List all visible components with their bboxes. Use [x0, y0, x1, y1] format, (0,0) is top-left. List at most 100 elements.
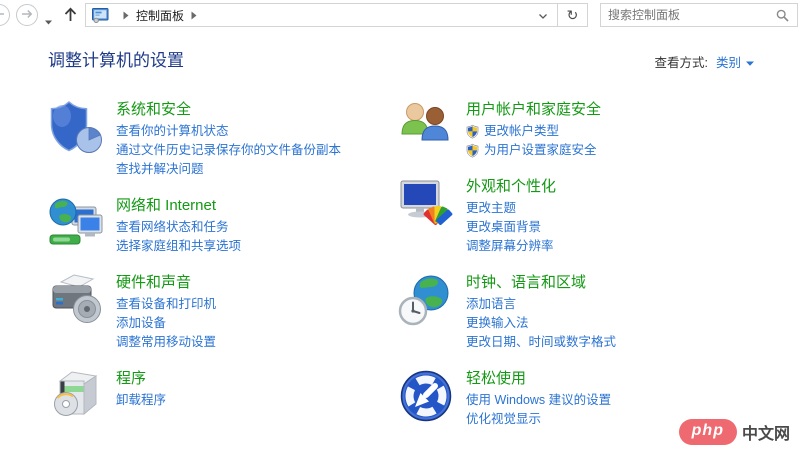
- refresh-icon: ↻: [566, 6, 579, 23]
- task-row-adjust-screen-resolution: 调整屏幕分辨率: [466, 237, 556, 256]
- navigation-toolbar: 控制面板 ↻: [0, 0, 802, 30]
- category-network-and-internet: 网络和 Internet 查看网络状态和任务 选择家庭组和共享选项: [48, 195, 398, 256]
- shield-security-icon[interactable]: [48, 99, 106, 157]
- task-link-optimize-visual-display[interactable]: 优化视觉显示: [466, 410, 541, 429]
- category-text-network-and-internet: 网络和 Internet 查看网络状态和任务 选择家庭组和共享选项: [116, 195, 241, 256]
- watermark: php 中文网: [678, 419, 790, 445]
- clock-region-icon[interactable]: [398, 272, 456, 330]
- task-row-file-history-backup: 通过文件历史记录保存你的文件备份副本: [116, 141, 341, 160]
- category-title-programs[interactable]: 程序: [116, 369, 146, 389]
- category-column-left: 系统和安全 查看你的计算机状态 通过文件历史记录保存你的文件备份副本 查找并解决问题网…: [48, 99, 398, 445]
- task-link-file-history-backup[interactable]: 通过文件历史记录保存你的文件备份副本: [116, 141, 341, 160]
- uac-shield-icon: [466, 124, 479, 139]
- search-icon[interactable]: [776, 9, 789, 22]
- category-title-system-and-security[interactable]: 系统和安全: [116, 100, 191, 120]
- task-link-change-account-type[interactable]: 更改帐户类型: [484, 122, 559, 141]
- task-row-adjust-mobility-settings: 调整常用移动设置: [116, 333, 216, 352]
- address-bar[interactable]: 控制面板: [85, 3, 558, 27]
- task-link-homegroup-sharing-options[interactable]: 选择家庭组和共享选项: [116, 237, 241, 256]
- category-title-appearance-personalization[interactable]: 外观和个性化: [466, 177, 556, 197]
- task-link-view-computer-status[interactable]: 查看你的计算机状态: [116, 122, 229, 141]
- task-row-find-fix-problems: 查找并解决问题: [116, 160, 341, 179]
- up-button[interactable]: [64, 7, 77, 27]
- task-row-view-network-status: 查看网络状态和任务: [116, 218, 241, 237]
- task-link-view-devices-printers[interactable]: 查看设备和打印机: [116, 295, 216, 314]
- task-link-change-input-method[interactable]: 更换输入法: [466, 314, 529, 333]
- php-logo-badge: php: [678, 419, 737, 445]
- task-row-uninstall-program: 卸载程序: [116, 391, 166, 410]
- task-row-change-desktop-background: 更改桌面背景: [466, 218, 556, 237]
- view-by-control: 查看方式: 类别: [654, 52, 754, 71]
- view-by-caret-icon[interactable]: [746, 55, 754, 69]
- appearance-icon[interactable]: [398, 176, 456, 234]
- category-user-accounts-family-safety: 用户帐户和家庭安全更改帐户类型 为用户设置家庭安全: [398, 99, 748, 160]
- category-text-programs: 程序 卸载程序: [116, 368, 166, 426]
- category-text-ease-of-access: 轻松使用使用 Windows 建议的设置 优化视觉显示: [466, 368, 611, 429]
- back-icon: [0, 6, 5, 24]
- task-link-set-family-safety[interactable]: 为用户设置家庭安全: [484, 141, 597, 160]
- category-text-system-and-security: 系统和安全查看你的计算机状态 通过文件历史记录保存你的文件备份副本 查找并解决问题: [116, 99, 341, 179]
- category-title-ease-of-access[interactable]: 轻松使用: [466, 369, 526, 389]
- task-row-windows-suggested-settings: 使用 Windows 建议的设置: [466, 391, 611, 410]
- refresh-button[interactable]: ↻: [557, 3, 588, 27]
- category-text-hardware-and-sound: 硬件和声音查看设备和打印机 添加设备 调整常用移动设置: [116, 272, 216, 352]
- dropdown-caret-icon: [45, 12, 52, 29]
- view-by-value-link[interactable]: 类别: [716, 52, 741, 71]
- task-link-add-language[interactable]: 添加语言: [466, 295, 516, 314]
- task-row-homegroup-sharing-options: 选择家庭组和共享选项: [116, 237, 241, 256]
- forward-icon: [21, 6, 33, 24]
- task-link-adjust-mobility-settings[interactable]: 调整常用移动设置: [116, 333, 216, 352]
- category-text-appearance-personalization: 外观和个性化 更改主题 更改桌面背景 调整屏幕分辨率: [466, 176, 556, 256]
- task-link-add-device[interactable]: 添加设备: [116, 314, 166, 333]
- category-title-clock-language-region[interactable]: 时钟、语言和区域: [466, 273, 586, 293]
- back-button[interactable]: [0, 4, 10, 26]
- task-link-adjust-screen-resolution[interactable]: 调整屏幕分辨率: [466, 237, 554, 256]
- hardware-sound-icon[interactable]: [48, 272, 106, 330]
- task-row-change-theme: 更改主题: [466, 199, 556, 218]
- task-link-change-date-time-number-formats[interactable]: 更改日期、时间或数字格式: [466, 333, 616, 352]
- category-text-user-accounts-family-safety: 用户帐户和家庭安全更改帐户类型 为用户设置家庭安全: [466, 99, 601, 160]
- category-text-clock-language-region: 时钟、语言和区域 添加语言 更换输入法 更改日期、时间或数字格式: [466, 272, 616, 352]
- category-system-and-security: 系统和安全查看你的计算机状态 通过文件历史记录保存你的文件备份副本 查找并解决问题: [48, 99, 398, 179]
- ease-access-icon[interactable]: [398, 368, 456, 426]
- search-box: [600, 3, 798, 27]
- task-row-optimize-visual-display: 优化视觉显示: [466, 410, 611, 429]
- task-link-change-desktop-background[interactable]: 更改桌面背景: [466, 218, 541, 237]
- category-programs: 程序 卸载程序: [48, 368, 398, 426]
- category-columns: 系统和安全 查看你的计算机状态 通过文件历史记录保存你的文件备份副本 查找并解决问题网…: [48, 99, 754, 445]
- category-appearance-personalization: 外观和个性化 更改主题 更改桌面背景 调整屏幕分辨率: [398, 176, 748, 256]
- category-hardware-and-sound: 硬件和声音查看设备和打印机 添加设备 调整常用移动设置: [48, 272, 398, 352]
- task-link-view-network-status[interactable]: 查看网络状态和任务: [116, 218, 229, 237]
- up-icon: [64, 7, 77, 26]
- breadcrumb-chevron-icon[interactable]: [191, 11, 197, 20]
- control-panel-content: 调整计算机的设置 查看方式: 类别 系统和安全查看你的计算机状态 通过文件历史记录…: [48, 46, 754, 445]
- task-link-uninstall-program[interactable]: 卸载程序: [116, 391, 166, 410]
- watermark-text: 中文网: [741, 426, 790, 443]
- category-title-hardware-and-sound[interactable]: 硬件和声音: [116, 273, 191, 293]
- task-row-view-computer-status: 查看你的计算机状态: [116, 122, 341, 141]
- breadcrumb-chevron-icon[interactable]: [123, 11, 129, 20]
- task-link-windows-suggested-settings[interactable]: 使用 Windows 建议的设置: [466, 391, 611, 410]
- control-panel-icon: [92, 7, 109, 23]
- view-by-label: 查看方式:: [654, 56, 708, 70]
- task-link-find-fix-problems[interactable]: 查找并解决问题: [116, 160, 204, 179]
- task-row-set-family-safety: 为用户设置家庭安全: [466, 141, 601, 160]
- category-clock-language-region: 时钟、语言和区域 添加语言 更换输入法 更改日期、时间或数字格式: [398, 272, 748, 352]
- search-input[interactable]: [601, 8, 776, 22]
- address-history-caret-button[interactable]: [535, 2, 551, 28]
- address-caret-icon: [539, 6, 547, 24]
- task-row-view-devices-printers: 查看设备和打印机: [116, 295, 216, 314]
- network-internet-icon[interactable]: [48, 195, 106, 253]
- task-link-change-theme[interactable]: 更改主题: [466, 199, 516, 218]
- task-row-add-device: 添加设备: [116, 314, 216, 333]
- category-title-network-and-internet[interactable]: 网络和 Internet: [116, 196, 216, 216]
- category-title-user-accounts-family-safety[interactable]: 用户帐户和家庭安全: [466, 100, 601, 120]
- breadcrumb-control-panel[interactable]: 控制面板: [136, 7, 184, 24]
- user-accounts-icon[interactable]: [398, 99, 456, 157]
- page-title: 调整计算机的设置: [48, 51, 184, 70]
- forward-button[interactable]: [16, 4, 38, 26]
- uac-shield-icon: [466, 143, 479, 158]
- programs-icon[interactable]: [48, 368, 106, 426]
- recent-pages-caret-button[interactable]: [45, 12, 52, 30]
- category-column-right: 用户帐户和家庭安全更改帐户类型 为用户设置家庭安全外观和个性化 更改主题 更改桌面背景…: [398, 99, 748, 445]
